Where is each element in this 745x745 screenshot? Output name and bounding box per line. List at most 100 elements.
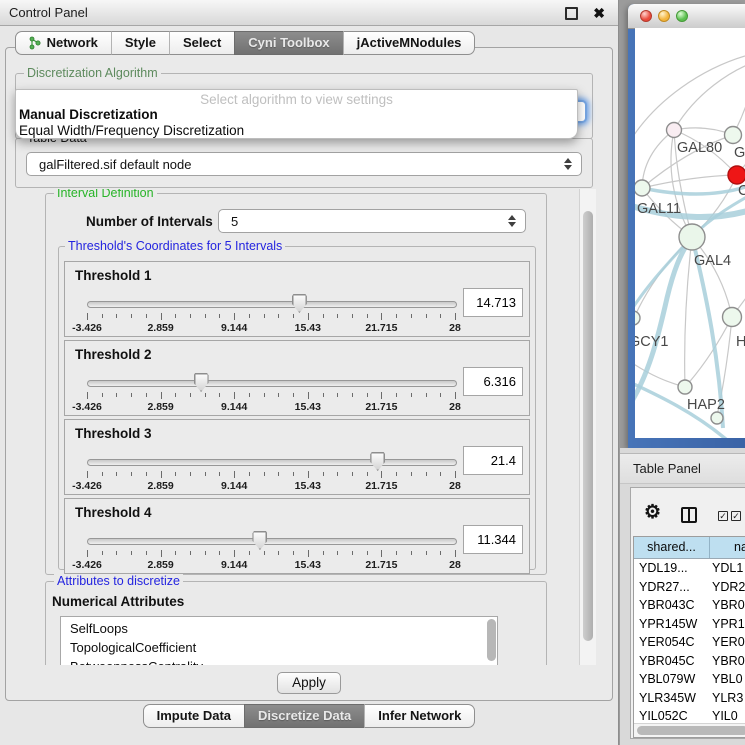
cell-name[interactable]: YDL1 [712, 559, 745, 578]
table-row[interactable]: YER054CYER0 [634, 633, 745, 652]
close-panel-icon[interactable]: ✖ [593, 2, 605, 24]
threshold-value-field[interactable]: 11.344 [463, 525, 523, 554]
cell-shared-name[interactable]: YLR345W [634, 689, 712, 708]
attribute-item[interactable]: SelfLoops [61, 619, 497, 638]
algorithm-option-equal-width[interactable]: Equal Width/Frequency Discretization [16, 123, 577, 139]
tab-select[interactable]: Select [169, 31, 234, 55]
slider-tick [102, 314, 103, 318]
cell-shared-name[interactable]: YDL19... [634, 559, 712, 578]
table-row[interactable]: YDL19...YDL1 [634, 559, 745, 578]
cell-name[interactable]: YLR3 [712, 689, 745, 708]
table-row[interactable]: YDR27...YDR2 [634, 578, 745, 597]
close-window-icon[interactable] [640, 10, 652, 22]
discretization-algorithm-title: Discretization Algorithm [24, 66, 161, 80]
cell-shared-name[interactable]: YBR045C [634, 652, 712, 671]
panel-title: Control Panel [9, 0, 88, 25]
settings-vertical-scrollbar[interactable] [579, 189, 596, 665]
slider-tick [323, 472, 324, 476]
slider-track[interactable] [87, 380, 457, 387]
minimize-window-icon[interactable] [658, 10, 670, 22]
thresholds-group: Threshold's Coordinates for 5 Intervals … [58, 246, 536, 570]
slider-track[interactable] [87, 301, 457, 308]
hscrollbar-thumb[interactable] [637, 726, 745, 735]
tab-discretize-data[interactable]: Discretize Data [244, 704, 364, 728]
network-graph: GAL80GACGAL11GAL4GCY1HAHAP2 [635, 28, 745, 438]
table-row[interactable]: YIL052CYIL0 [634, 707, 745, 724]
slider-thumb[interactable] [194, 373, 209, 392]
split-columns-icon[interactable] [681, 507, 697, 523]
cell-shared-name[interactable]: YER054C [634, 633, 712, 652]
number-of-intervals-combobox[interactable]: 5 [218, 209, 526, 233]
cell-name[interactable]: YBR0 [712, 596, 745, 615]
table-row[interactable]: YPR145WYPR1 [634, 615, 745, 634]
cell-name[interactable]: YBR0 [712, 652, 745, 671]
slider-track[interactable] [87, 538, 457, 545]
network-node[interactable] [711, 412, 723, 424]
tab-network[interactable]: Network [15, 31, 111, 55]
table-row[interactable]: YBL079WYBL0 [634, 670, 745, 689]
table-row[interactable]: YBR045CYBR0 [634, 652, 745, 671]
scrollbar-thumb[interactable] [583, 211, 593, 641]
slider-track[interactable] [87, 459, 457, 466]
attribute-item[interactable]: BetweennessCentrality [61, 657, 497, 665]
tab-cyni-toolbox[interactable]: Cyni Toolbox [234, 31, 342, 55]
numerical-attributes-list[interactable]: SelfLoopsTopologicalCoefficientBetweenne… [60, 616, 498, 665]
network-node[interactable] [635, 311, 640, 325]
network-edge-highlighted[interactable] [642, 180, 745, 194]
cell-shared-name[interactable]: YBR043C [634, 596, 712, 615]
cell-name[interactable]: YDR2 [712, 578, 745, 597]
network-node-label: C [738, 183, 745, 199]
table-row[interactable]: YLR345WYLR3 [634, 689, 745, 708]
slider-tick [175, 393, 176, 397]
tab-jactivemnodules[interactable]: jActiveMNodules [343, 31, 476, 55]
checked-checkbox-icon[interactable]: ✓ [718, 511, 728, 521]
table-row[interactable]: YBR043CYBR0 [634, 596, 745, 615]
attribute-item[interactable]: TopologicalCoefficient [61, 638, 497, 657]
slider-tick [161, 392, 162, 399]
algorithm-option-manual[interactable]: Manual Discretization [16, 107, 577, 123]
network-edge[interactable] [642, 130, 674, 188]
table-data-combobox[interactable]: galFiltered.sif default node [26, 152, 582, 176]
gear-icon[interactable]: ⚙ [644, 503, 661, 523]
network-node[interactable] [635, 180, 650, 196]
apply-button[interactable]: Apply [277, 672, 341, 694]
slider-thumb[interactable] [252, 531, 267, 550]
slider-tick [293, 393, 294, 397]
cell-shared-name[interactable]: YIL052C [634, 707, 712, 724]
network-node-label: HA [736, 334, 745, 350]
column-header-shared-name[interactable]: shared... [634, 537, 710, 558]
column-header-name[interactable]: na [710, 537, 745, 558]
network-edge[interactable] [685, 237, 692, 387]
threshold-value-field[interactable]: 14.713 [463, 288, 523, 317]
network-node[interactable] [678, 380, 692, 394]
network-canvas[interactable]: GAL80GACGAL11GAL4GCY1HAHAP2 [635, 28, 745, 438]
cell-shared-name[interactable]: YDR27... [634, 578, 712, 597]
cell-shared-name[interactable]: YPR145W [634, 615, 712, 634]
threshold-value-field[interactable]: 21.4 [463, 446, 523, 475]
slider-thumb[interactable] [292, 294, 307, 313]
slider-tick-label: 9.144 [221, 401, 247, 413]
settings-scroll-viewport: Interval Definition Number of Intervals … [13, 189, 579, 665]
cell-name[interactable]: YPR1 [712, 615, 745, 634]
slider-tick [264, 393, 265, 397]
network-node[interactable] [679, 224, 705, 250]
tab-infer-network[interactable]: Infer Network [364, 704, 475, 728]
cyni-mode-tabbar: Impute Data Discretize Data Infer Networ… [0, 704, 618, 728]
float-panel-icon[interactable] [565, 7, 578, 20]
network-node[interactable] [728, 166, 745, 184]
network-node[interactable] [723, 308, 742, 327]
cell-name[interactable]: YIL0 [712, 707, 745, 724]
table-horizontal-scrollbar[interactable] [634, 723, 745, 737]
list-scrollbar[interactable] [487, 619, 496, 661]
cell-name[interactable]: YBL0 [712, 670, 745, 689]
slider-thumb[interactable] [370, 452, 385, 471]
zoom-window-icon[interactable] [676, 10, 688, 22]
cell-name[interactable]: YER0 [712, 633, 745, 652]
checked-checkbox-icon[interactable]: ✓ [731, 511, 741, 521]
network-node[interactable] [725, 127, 742, 144]
network-node[interactable] [667, 123, 682, 138]
cell-shared-name[interactable]: YBL079W [634, 670, 712, 689]
tab-impute-data[interactable]: Impute Data [143, 704, 244, 728]
tab-style[interactable]: Style [111, 31, 169, 55]
threshold-value-field[interactable]: 6.316 [463, 367, 523, 396]
